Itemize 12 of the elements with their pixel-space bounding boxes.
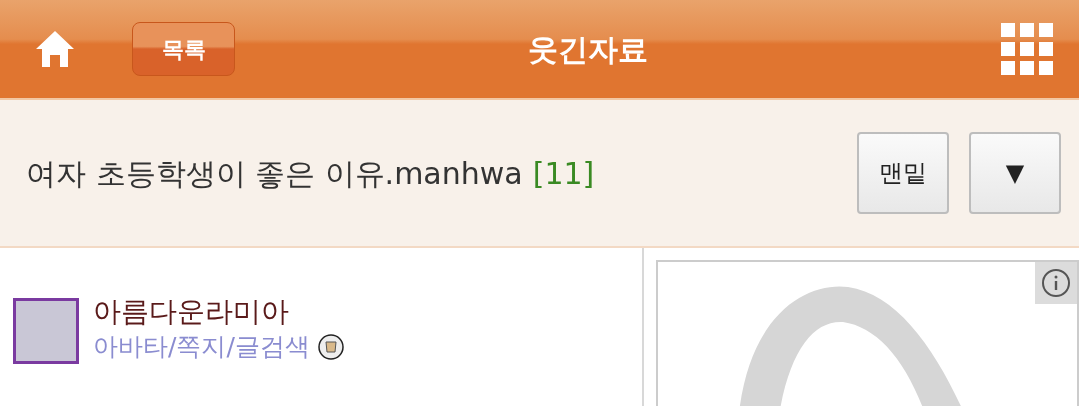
scroll-bottom-button[interactable]: 맨밑 [857, 132, 949, 214]
home-icon[interactable] [34, 29, 76, 69]
avatar-image [13, 298, 79, 364]
grid-menu-icon[interactable] [1001, 23, 1053, 75]
author-name[interactable]: 아름다운라미아 [93, 294, 344, 330]
info-icon-button[interactable] [1035, 262, 1077, 304]
info-icon [1041, 268, 1071, 298]
post-title: 여자 초등학생이 좋은 이유.manhwa [26, 154, 523, 193]
comment-count: [11] [532, 154, 595, 193]
dropdown-button[interactable]: ▼ [969, 132, 1061, 214]
badge-icon [317, 334, 344, 360]
header-title: 웃긴자료 [528, 30, 648, 69]
